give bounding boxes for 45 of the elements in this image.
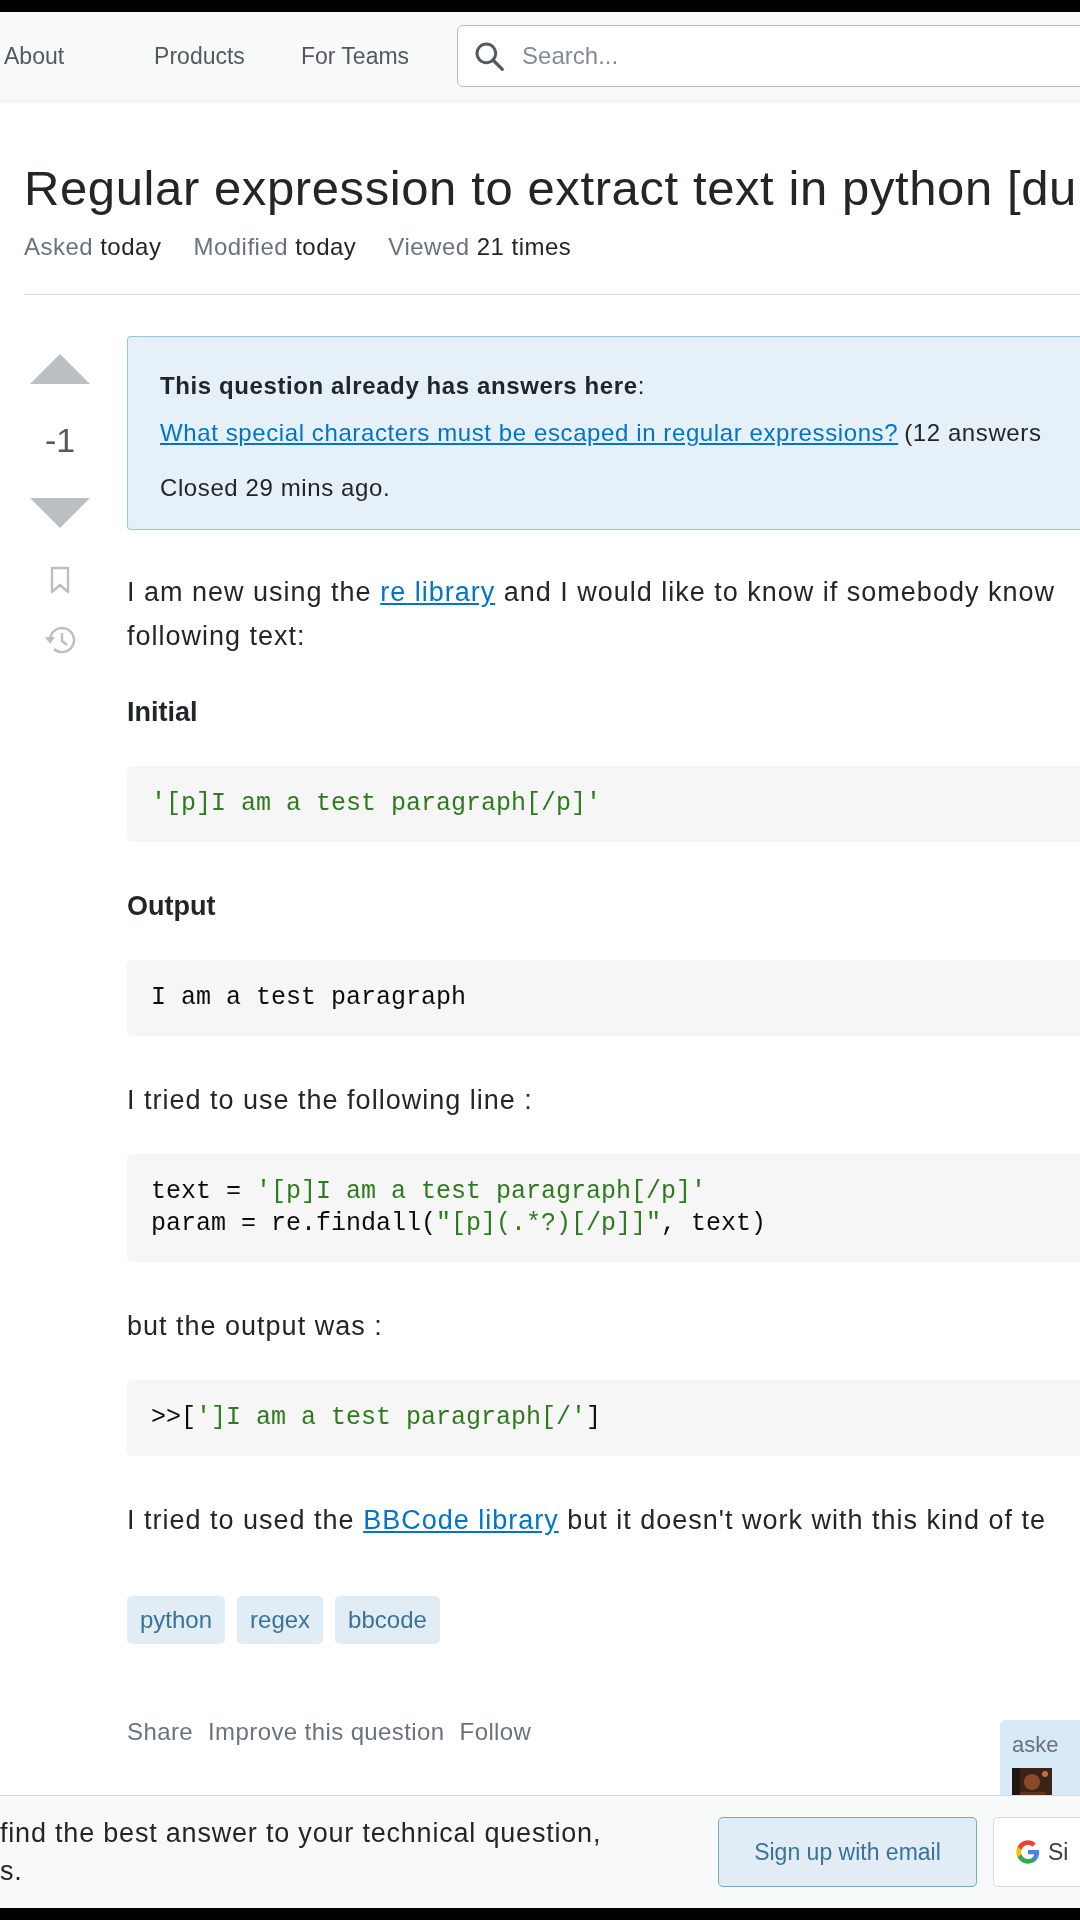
nav-link[interactable]: Products [150,42,249,70]
question-title: Regular expression to extract text in python [du [24,160,1078,216]
meta-label: Modified [193,233,289,260]
meta-value: today [100,233,162,260]
code-line: '[p]I am a test paragraph[/p]' [151,788,603,820]
answer-count: (12 answers [904,419,1042,446]
search-field[interactable]: Search... [457,25,1080,87]
notice-heading: This question already has answers here: [160,371,646,401]
asked-label: aske [1012,1731,1060,1759]
search-icon [473,40,506,72]
code-line: I am a test paragraph [151,982,468,1014]
paragraph: but the output was : [127,1310,384,1343]
bookmark-icon[interactable] [50,566,70,594]
paragraph: I tried to used the BBCode library but it doesn't work with this kind of te [127,1504,1048,1537]
tag[interactable]: bbcode [335,1596,440,1644]
signup-email-button[interactable]: Sign up with email [718,1817,977,1887]
signup-google-button[interactable]: Si [993,1817,1080,1887]
code-line: text = '[p]I am a test paragraph[/p]' [151,1176,708,1208]
code-line: param = re.findall("[p](.*?)[/p]]", text) [151,1208,768,1240]
section-heading: Output [127,890,217,923]
upvote-icon[interactable] [30,354,90,384]
meta-label: Asked [24,233,94,260]
vote-count: -1 [43,420,77,460]
meta-label: Viewed [388,233,470,260]
closed-note: Closed 29 mins ago. [160,473,392,503]
duplicate-link[interactable]: What special characters must be escaped in regular expressions? [160,419,899,446]
tag[interactable]: python [127,1596,226,1644]
post-menu-link[interactable]: Improve this question [208,1718,445,1746]
post-menu-link[interactable]: Share [127,1718,194,1746]
nav-link[interactable]: For Teams [296,42,414,70]
downvote-icon[interactable] [30,498,90,528]
paragraph: I am new using the re library and I would like to know if somebody know following text: [127,576,1056,653]
meta-value: 21 times [476,233,572,260]
post-menu-link[interactable]: Follow [459,1718,532,1746]
code-line: >>[']I am a test paragraph[/'] [151,1402,603,1434]
meta-value: today [295,233,357,260]
nav-link[interactable]: About [0,42,69,70]
history-icon[interactable] [44,624,78,656]
banner-text: find the best answer to your technical question, s. [0,1817,603,1888]
text-link[interactable]: re library [380,577,496,607]
tag[interactable]: regex [237,1596,324,1644]
google-g-icon [1014,1838,1042,1866]
section-heading: Initial [127,696,199,729]
text-link[interactable]: BBCode library [363,1505,559,1535]
paragraph: I tried to use the following line : [127,1084,534,1117]
